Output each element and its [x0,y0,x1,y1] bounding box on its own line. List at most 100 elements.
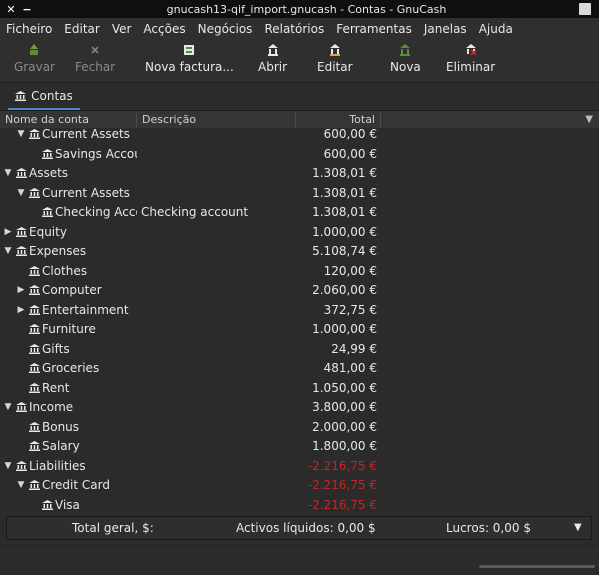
account-name: Groceries [42,361,100,375]
tab-bar: Contas [0,83,599,111]
delete-account-button[interactable]: Eliminar [446,44,495,74]
tab-contas[interactable]: Contas [8,83,80,110]
account-row[interactable]: ▼ Expenses 5.108,74 € [0,242,599,262]
account-row[interactable]: ▼ Income 3.800,00 € [0,398,599,418]
progress-bar [479,565,595,568]
expander-closed-icon[interactable]: ▶ [16,301,26,320]
menu-ferramentas[interactable]: Ferramentas [330,22,418,36]
close-icon [89,44,101,56]
account-row[interactable]: ▶ Computer 2.060,00 € [0,281,599,301]
toolbar: Gravar Fechar Nova factura... Abrir Edit… [0,40,599,83]
expander-closed-icon[interactable]: ▶ [3,223,13,242]
account-name: Assets [29,166,69,180]
summary-dropdown-chevron-icon[interactable]: ▼ [574,517,582,539]
expander-open-icon[interactable]: ▼ [16,128,26,144]
account-row[interactable]: ▶ Entertainment 372,75 € [0,301,599,321]
account-total: 1.000,00 € [312,224,377,239]
edit-button[interactable]: Editar [317,44,353,74]
account-bank-icon [42,148,53,159]
edit-account-icon [329,44,341,56]
account-name: Bonus [42,419,80,434]
account-total: 3.800,00 € [312,400,377,414]
minimize-icon[interactable]: − [20,2,34,16]
menu-ver[interactable]: Ver [106,22,138,36]
account-row[interactable]: Clothes 120,00 € [0,262,599,282]
new-invoice-button[interactable]: Nova factura... [145,44,234,74]
account-name: Current Assets [42,185,130,200]
account-row[interactable]: Salary 1.800,00 € [0,437,599,457]
account-bank-icon [29,304,40,315]
open-button[interactable]: Abrir [258,44,287,74]
account-bank-icon [29,480,40,490]
account-row[interactable]: Checking Account Checking account 1.308,01… [0,203,599,223]
new-account-icon [399,44,411,56]
account-row[interactable]: ▼ Credit Card -2.216,75 € [0,476,599,496]
close-window-icon[interactable]: ✕ [4,2,18,16]
account-bank-icon [42,499,53,510]
window-title: gnucash13-qif_import.gnucash - Contas - … [166,2,447,16]
account-row[interactable]: ▼ Liabilities -2.216,75 € [0,457,599,477]
save-button[interactable]: Gravar [14,44,55,74]
expander-open-icon[interactable]: ▼ [3,242,13,261]
open-account-icon [267,44,279,56]
status-bar [0,545,599,575]
summary-net-assets: Activos líquidos: 0,00 $ [236,521,376,535]
menu-janelas[interactable]: Janelas [418,22,473,36]
column-header-description[interactable]: Descrição [137,111,296,128]
menu-relatorios[interactable]: Relatórios [258,22,330,36]
app-icon [579,3,591,15]
account-row[interactable]: ▼ Assets 1.308,01 € [0,164,599,184]
account-bank-icon [16,168,27,178]
account-bank-icon [16,246,27,256]
account-name: Entertainment [42,302,129,317]
account-total: -2.216,75 € [307,458,377,473]
account-row[interactable]: Rent 1.050,00 € [0,379,599,399]
account-bank-icon [29,285,40,295]
account-name: Clothes [42,263,87,278]
account-total: 1.000,00 € [312,322,377,336]
expander-open-icon[interactable]: ▼ [16,476,26,495]
account-row[interactable]: Visa -2.216,75 € [0,496,599,515]
account-total: -2.216,75 € [307,497,377,512]
account-name: Furniture [42,322,96,336]
account-bank-icon [29,343,40,354]
account-bank-icon [16,460,27,471]
account-name: Computer [42,283,102,297]
account-row[interactable]: ▼ Current Assets 600,00 € [0,128,599,145]
column-selector-chevron-icon[interactable]: ▼ [585,111,593,128]
account-row[interactable]: Groceries 481,00 € [0,359,599,379]
new-account-button[interactable]: Nova [390,44,421,74]
menu-ajuda[interactable]: Ajuda [473,22,519,36]
account-bank-icon [29,324,40,334]
expander-closed-icon[interactable]: ▶ [16,281,26,300]
account-row[interactable]: Savings Account 600,00 € [0,145,599,165]
account-bank-icon [16,402,27,412]
account-total: 120,00 € [323,263,377,278]
account-name: Rent [42,380,70,395]
menu-negocios[interactable]: Negócios [192,22,259,36]
account-name: Income [29,400,74,414]
close-button[interactable]: Fechar [75,44,115,74]
menu-ficheiro[interactable]: Ficheiro [0,22,58,36]
expander-open-icon[interactable]: ▼ [3,398,13,417]
menu-accoes[interactable]: Acções [137,22,191,36]
account-tree[interactable]: ▼ Current Assets 600,00 € Savings Account 60… [0,128,599,514]
account-total: 1.308,01 € [312,205,377,219]
account-row[interactable]: ▼ Current Assets 1.308,01 € [0,184,599,204]
account-row[interactable]: Bonus 2.000,00 € [0,418,599,438]
account-row[interactable]: Furniture 1.000,00 € [0,320,599,340]
expander-open-icon[interactable]: ▼ [3,164,13,183]
account-total: 372,75 € [323,302,377,317]
expander-open-icon[interactable]: ▼ [16,184,26,203]
account-row[interactable]: ▶ Equity 1.000,00 € [0,223,599,243]
account-row[interactable]: Gifts 24,99 € [0,340,599,360]
menu-editar[interactable]: Editar [58,22,106,36]
summary-profits: Lucros: 0,00 $ [446,521,531,535]
account-total: 481,00 € [323,361,377,375]
account-total: 1.308,01 € [312,166,377,180]
column-header-name[interactable]: Nome da conta [0,111,137,128]
expander-open-icon[interactable]: ▼ [3,457,13,476]
account-name: Expenses [29,244,87,258]
account-total: 1.308,01 € [312,185,377,200]
column-header-total[interactable]: Total [296,111,381,128]
